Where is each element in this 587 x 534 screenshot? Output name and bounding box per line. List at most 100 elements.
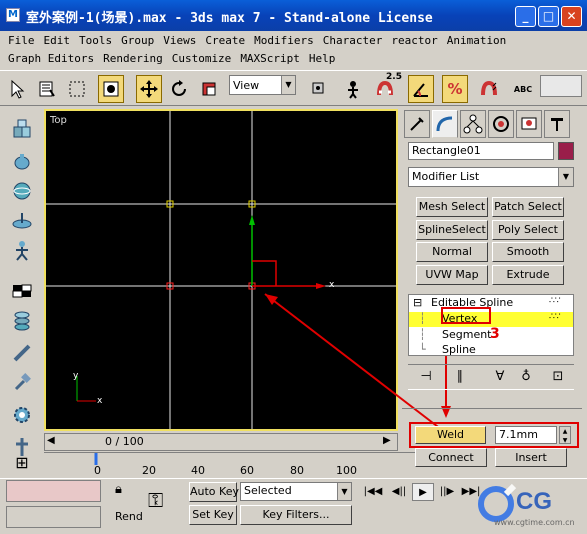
select-and-link-icon[interactable] xyxy=(340,75,366,103)
reference-coordinate-value: View xyxy=(233,79,260,92)
tree-line-icon: ┆ xyxy=(419,328,426,341)
make-unique-icon[interactable]: ∀ xyxy=(490,369,510,387)
wand-icon[interactable] xyxy=(8,340,36,366)
configure-modifier-sets-icon[interactable]: ⊡ xyxy=(548,369,568,387)
menu-item-create[interactable]: Create xyxy=(205,34,245,47)
cylinder-stack-icon[interactable] xyxy=(8,308,36,334)
minimize-button[interactable]: _ xyxy=(515,6,536,27)
angle-snap-icon[interactable] xyxy=(408,75,434,103)
pin-stack-icon[interactable]: ⊣ xyxy=(416,369,436,387)
box-icon[interactable] xyxy=(8,116,36,142)
menu-item-graph-editors[interactable]: Graph Editors xyxy=(8,52,94,65)
expand-icon[interactable]: ⊟ xyxy=(413,296,422,309)
menu-item-character[interactable]: Character xyxy=(323,34,383,47)
select-and-move-icon[interactable] xyxy=(136,75,162,103)
close-button[interactable]: ✕ xyxy=(561,6,582,27)
menu-item-animation[interactable]: Animation xyxy=(447,34,507,47)
remove-modifier-icon[interactable]: ♁ xyxy=(516,369,536,387)
top-viewport[interactable]: Top x y x xyxy=(44,109,398,431)
lock-icon[interactable]: 🔒︎ xyxy=(115,482,122,497)
play-icon[interactable]: ▶ xyxy=(412,483,434,501)
menu-item-reactor[interactable]: reactor xyxy=(391,34,437,47)
time-slider[interactable]: ◀ 0 / 100 ▶ xyxy=(44,433,398,451)
menu-item-help[interactable]: Help xyxy=(309,52,336,65)
chevron-down-icon[interactable]: ▼ xyxy=(281,76,295,94)
spinner-snap-icon[interactable] xyxy=(476,75,502,103)
menu-item-customize[interactable]: Customize xyxy=(172,52,232,65)
set-key-button[interactable]: Set Key xyxy=(189,505,237,525)
go-to-start-icon[interactable]: |◀◀ xyxy=(362,483,384,501)
menu-item-edit[interactable]: Edit xyxy=(44,34,71,47)
mesh-select-button[interactable]: Mesh Select xyxy=(416,197,488,217)
menu-item-views[interactable]: Views xyxy=(163,34,196,47)
plane-icon[interactable] xyxy=(8,208,36,234)
modify-tab-icon[interactable] xyxy=(432,110,458,138)
teapot-icon[interactable] xyxy=(8,148,36,174)
auto-key-button[interactable]: Auto Key xyxy=(189,482,239,502)
stack-item-spline[interactable]: └ Spline xyxy=(409,343,573,358)
key-filter-select[interactable]: Selected ▼ xyxy=(240,482,352,501)
menu-item-tools[interactable]: Tools xyxy=(79,34,112,47)
maxscript-listener-field[interactable] xyxy=(6,480,101,502)
spell-check-icon[interactable]: ABC xyxy=(510,75,536,103)
modifier-list-select[interactable]: Modifier List ▼ xyxy=(408,167,574,187)
uvw-map-button[interactable]: UVW Map xyxy=(416,265,488,285)
patch-select-button[interactable]: Patch Select xyxy=(492,197,564,217)
object-name-field[interactable]: Rectangle01 xyxy=(408,142,554,160)
hierarchy-tab-icon[interactable] xyxy=(460,110,486,138)
poly-select-button[interactable]: Poly Select xyxy=(492,220,564,240)
named-selection-set-field[interactable] xyxy=(540,75,582,97)
pivot-icon[interactable] xyxy=(306,75,332,103)
show-end-result-icon[interactable]: ∥ xyxy=(450,369,470,387)
hammer-icon[interactable] xyxy=(8,370,36,396)
select-object-icon[interactable] xyxy=(4,75,30,103)
maximize-button[interactable]: □ xyxy=(538,6,559,27)
smooth-button[interactable]: Smooth xyxy=(492,242,564,262)
select-and-rotate-icon[interactable] xyxy=(166,75,192,103)
create-tab-icon[interactable] xyxy=(404,110,430,138)
motion-tab-icon[interactable] xyxy=(488,110,514,138)
menu-item-modifiers[interactable]: Modifiers xyxy=(254,34,314,47)
gear-icon[interactable] xyxy=(8,402,36,428)
weld-button[interactable]: Weld xyxy=(415,426,486,444)
chevron-down-icon[interactable]: ▼ xyxy=(337,483,351,500)
sphere-icon[interactable] xyxy=(8,178,36,204)
object-color-swatch[interactable] xyxy=(558,142,574,160)
normal-button[interactable]: Normal xyxy=(416,242,488,262)
menu-item-rendering[interactable]: Rendering xyxy=(103,52,163,65)
checker-icon[interactable] xyxy=(8,278,36,304)
rectangular-selection-icon[interactable] xyxy=(64,75,90,103)
stack-item-vertex[interactable]: ┆ Vertex ∴∵ xyxy=(409,312,573,327)
prompt-field[interactable] xyxy=(6,506,101,528)
next-frame-icon[interactable]: ||▶ xyxy=(436,483,458,501)
time-prev-icon[interactable]: ◀ xyxy=(47,435,55,446)
menu-item-file[interactable]: File xyxy=(8,34,35,47)
set-keys-icon[interactable]: ⚿ xyxy=(148,488,163,512)
track-bar[interactable]: 0 20 40 60 80 100 xyxy=(44,452,442,478)
spline-select-button[interactable]: SplineSelect xyxy=(416,220,488,240)
insert-button[interactable]: Insert xyxy=(495,448,567,467)
menu-item-maxscript[interactable]: MAXScript xyxy=(240,52,300,65)
figure-icon[interactable] xyxy=(8,238,36,264)
display-tab-icon[interactable] xyxy=(516,110,542,138)
chevron-down-icon[interactable]: ▼ xyxy=(558,168,573,186)
connect-button[interactable]: Connect xyxy=(415,448,487,467)
menu-item-group[interactable]: Group xyxy=(121,34,154,47)
select-and-scale-icon[interactable] xyxy=(196,75,222,103)
time-next-icon[interactable]: ▶ xyxy=(383,435,391,446)
spinner-arrows-icon[interactable]: ▲ ▼ xyxy=(559,426,571,444)
key-filters-button[interactable]: Key Filters... xyxy=(240,505,352,525)
previous-frame-icon[interactable]: ◀|| xyxy=(388,483,410,501)
title-bar[interactable]: M 室外案例-1(场景).max - 3ds max 7 - Stand-alo… xyxy=(0,0,587,31)
stack-editable-spline[interactable]: ⊟ Editable Spline ∴∵ xyxy=(409,296,573,311)
percent-snap-icon[interactable]: % xyxy=(442,75,468,103)
menu-bar-row-2: Graph Editors Rendering Customize MAXScript… xyxy=(0,52,587,70)
weld-threshold-field[interactable]: 7.1mm xyxy=(495,426,557,444)
utilities-tab-icon[interactable] xyxy=(544,110,570,138)
select-by-name-icon[interactable] xyxy=(34,75,60,103)
tick-label: 60 xyxy=(240,464,254,477)
track-bar-icon[interactable]: ⊞ xyxy=(8,453,36,472)
window-crossing-icon[interactable] xyxy=(98,75,124,103)
extrude-button[interactable]: Extrude xyxy=(492,265,564,285)
reference-coordinate-select[interactable]: View ▼ xyxy=(229,75,296,95)
